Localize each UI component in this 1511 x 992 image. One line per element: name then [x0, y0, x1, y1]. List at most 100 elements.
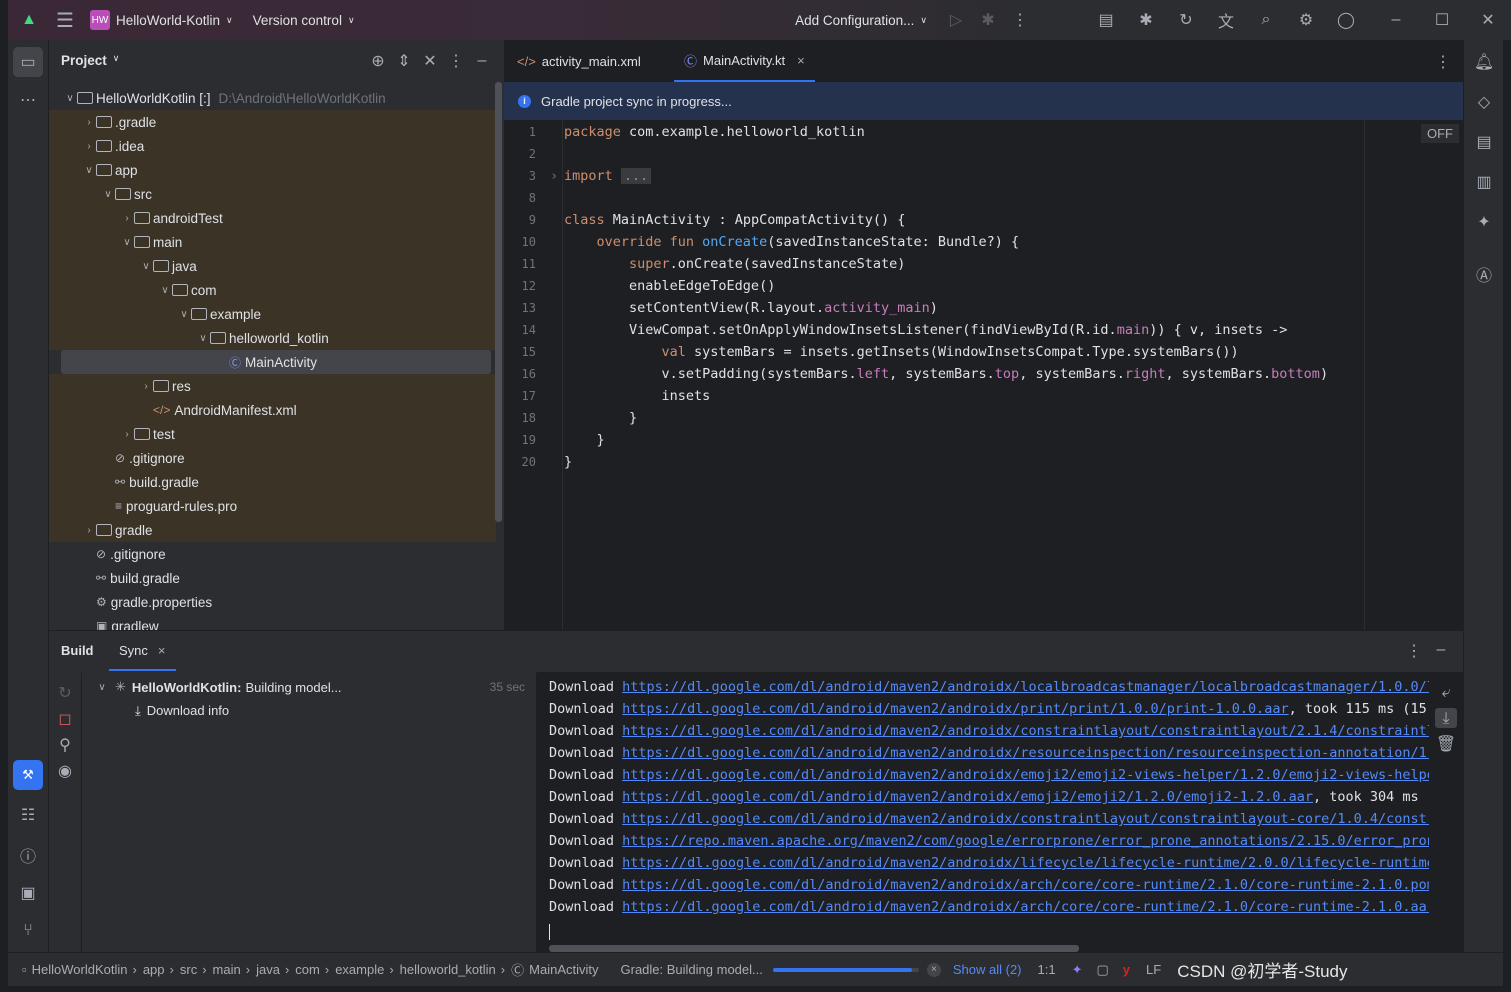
- chevron-right-icon[interactable]: ›: [82, 117, 96, 128]
- breadcrumb-item[interactable]: com ›: [295, 962, 329, 977]
- debug-icon[interactable]: ✱: [977, 10, 999, 30]
- tree-item[interactable]: ⚯ build.gradle: [49, 470, 496, 494]
- console-h-scrollbar[interactable]: [549, 945, 1079, 952]
- tree-item[interactable]: </> AndroidManifest.xml: [49, 398, 496, 422]
- chevron-down-icon[interactable]: ∨: [63, 93, 77, 104]
- download-link[interactable]: https://dl.google.com/dl/android/maven2/…: [622, 877, 1429, 893]
- pin-icon[interactable]: ⚲: [54, 735, 76, 755]
- tree-item[interactable]: ∨ java: [49, 254, 496, 278]
- stop-icon[interactable]: ◻: [54, 709, 76, 729]
- eye-icon[interactable]: ◉: [54, 761, 76, 781]
- main-menu-icon[interactable]: ☰: [54, 8, 76, 33]
- download-link[interactable]: https://dl.google.com/dl/android/maven2/…: [622, 855, 1429, 871]
- tree-item[interactable]: ∨ src: [49, 182, 496, 206]
- soft-wrap-icon[interactable]: ⤶: [1435, 682, 1457, 702]
- tree-item[interactable]: ▣ gradlew: [49, 614, 496, 631]
- close-window-icon[interactable]: ✕: [1477, 10, 1499, 30]
- chevron-down-icon[interactable]: ∨: [177, 309, 191, 320]
- hide-panel-icon[interactable]: –: [1430, 641, 1452, 659]
- download-link[interactable]: https://dl.google.com/dl/android/maven2/…: [622, 899, 1429, 915]
- run-config-dropdown[interactable]: Add Configuration... ∨: [795, 13, 927, 28]
- build-task-row[interactable]: ∨ ✳ HelloWorldKotlin: Building model... 35…: [95, 679, 525, 695]
- readonly-icon[interactable]: ▢: [1097, 962, 1109, 978]
- download-link[interactable]: https://dl.google.com/dl/android/maven2/…: [622, 745, 1429, 761]
- notifications-icon[interactable]: 🔔︎: [1473, 52, 1495, 72]
- close-tab-icon[interactable]: ×: [797, 53, 805, 68]
- device-file-icon[interactable]: ▤: [1473, 132, 1495, 152]
- line-separator[interactable]: LF: [1146, 962, 1161, 977]
- breadcrumb-item[interactable]: src ›: [180, 962, 207, 977]
- plugin-y-icon[interactable]: y: [1123, 962, 1130, 977]
- caret-position[interactable]: 1:1: [1038, 962, 1056, 977]
- clear-icon[interactable]: 🗑︎: [1435, 734, 1457, 753]
- build-tool-button[interactable]: ⚒: [13, 760, 43, 790]
- tab-options-icon[interactable]: ⋮: [1432, 52, 1454, 72]
- tree-item[interactable]: › test: [49, 422, 496, 446]
- download-link[interactable]: https://dl.google.com/dl/android/maven2/…: [622, 767, 1429, 783]
- more-icon[interactable]: ⋮: [1009, 10, 1031, 30]
- download-link[interactable]: https://dl.google.com/dl/android/maven2/…: [622, 679, 1429, 695]
- breadcrumb-item[interactable]: java ›: [256, 962, 289, 977]
- running-devices-icon[interactable]: ▥: [1473, 172, 1495, 192]
- tab-sync[interactable]: Sync ×: [109, 631, 176, 671]
- download-link[interactable]: https://dl.google.com/dl/android/maven2/…: [622, 723, 1429, 739]
- project-view-dropdown[interactable]: Project ∨: [61, 53, 119, 68]
- cancel-progress-icon[interactable]: ×: [926, 962, 941, 977]
- layout-inspector-icon[interactable]: Ⓐ: [1473, 262, 1495, 286]
- tree-item[interactable]: ∨ app: [49, 158, 496, 182]
- folded-imports[interactable]: ...: [620, 168, 652, 184]
- tree-item[interactable]: ∨ main: [49, 230, 496, 254]
- collapse-all-icon[interactable]: ✕: [419, 51, 441, 71]
- download-info-row[interactable]: ⤓ Download info: [135, 703, 229, 719]
- tab-activity-main-xml[interactable]: </> activity_main.xml: [517, 40, 641, 82]
- chevron-right-icon[interactable]: ›: [82, 525, 96, 536]
- gradle-icon[interactable]: ◇: [1473, 92, 1495, 112]
- gemini-icon[interactable]: ✦: [1473, 212, 1495, 232]
- chevron-down-icon[interactable]: ∨: [82, 165, 96, 176]
- tree-item[interactable]: › androidTest: [49, 206, 496, 230]
- scroll-to-end-icon[interactable]: ⤓: [1435, 708, 1457, 728]
- terminal-icon[interactable]: ▣: [17, 883, 39, 903]
- chevron-right-icon[interactable]: ›: [120, 429, 134, 440]
- chevron-right-icon[interactable]: ›: [139, 381, 153, 392]
- minimize-icon[interactable]: –: [1385, 11, 1407, 29]
- breadcrumb-item[interactable]: Ⓒ MainActivity: [511, 960, 598, 979]
- chevron-right-icon[interactable]: ›: [82, 141, 96, 152]
- sync-gradle-icon[interactable]: ↻: [1175, 10, 1197, 30]
- more-tools-icon[interactable]: ⋯: [17, 90, 39, 110]
- tree-item[interactable]: ≡ proguard-rules.pro: [49, 494, 496, 518]
- problems-icon[interactable]: ⓘ: [17, 843, 39, 867]
- project-switcher[interactable]: HW HelloWorld-Kotlin ∨: [90, 10, 233, 30]
- chevron-down-icon[interactable]: ∨: [158, 285, 172, 296]
- settings-icon[interactable]: ⚙: [1295, 10, 1317, 30]
- translate-icon[interactable]: 文: [1215, 8, 1237, 32]
- tree-item[interactable]: ∨ helloworld_kotlin: [49, 326, 496, 350]
- fold-toggle-icon[interactable]: ›: [550, 168, 558, 184]
- tree-scrollbar[interactable]: [495, 82, 502, 522]
- run-icon[interactable]: ▷: [945, 10, 967, 30]
- tree-item[interactable]: › .idea: [49, 134, 496, 158]
- tree-item[interactable]: ⚙ gradle.properties: [49, 590, 496, 614]
- options-icon[interactable]: ⋮: [445, 51, 467, 71]
- tab-mainactivity-kt[interactable]: Ⓒ MainActivity.kt ×: [674, 40, 815, 82]
- download-link[interactable]: https://dl.google.com/dl/android/maven2/…: [622, 789, 1313, 805]
- close-tab-icon[interactable]: ×: [158, 643, 166, 658]
- breadcrumb-item[interactable]: main ›: [213, 962, 251, 977]
- tree-item[interactable]: ∨ example: [49, 302, 496, 326]
- account-icon[interactable]: ◯: [1335, 10, 1357, 30]
- breadcrumb-item[interactable]: helloworld_kotlin ›: [400, 962, 505, 977]
- locate-icon[interactable]: ⊕: [367, 51, 389, 71]
- hide-icon[interactable]: –: [471, 51, 493, 71]
- show-all-link[interactable]: Show all (2): [953, 962, 1022, 977]
- build-console[interactable]: ⤶ ⤓ 🗑︎ Download https://dl.google.com/dl…: [537, 672, 1463, 952]
- tree-item[interactable]: › gradle: [49, 518, 496, 542]
- download-link[interactable]: https://dl.google.com/dl/android/maven2/…: [622, 811, 1429, 827]
- tree-item[interactable]: Ⓒ MainActivity: [61, 350, 491, 374]
- sdk-icon[interactable]: ✱: [1135, 10, 1157, 30]
- tree-item[interactable]: ⊘ .gitignore: [49, 446, 496, 470]
- chevron-down-icon[interactable]: ∨: [120, 237, 134, 248]
- search-icon[interactable]: ⌕: [1255, 11, 1277, 29]
- vcs-menu[interactable]: Version control ∨: [253, 13, 355, 28]
- breadcrumb-item[interactable]: example ›: [335, 962, 393, 977]
- tree-item[interactable]: ∨ HelloWorldKotlin [:] D:\Android\HelloWor…: [49, 86, 496, 110]
